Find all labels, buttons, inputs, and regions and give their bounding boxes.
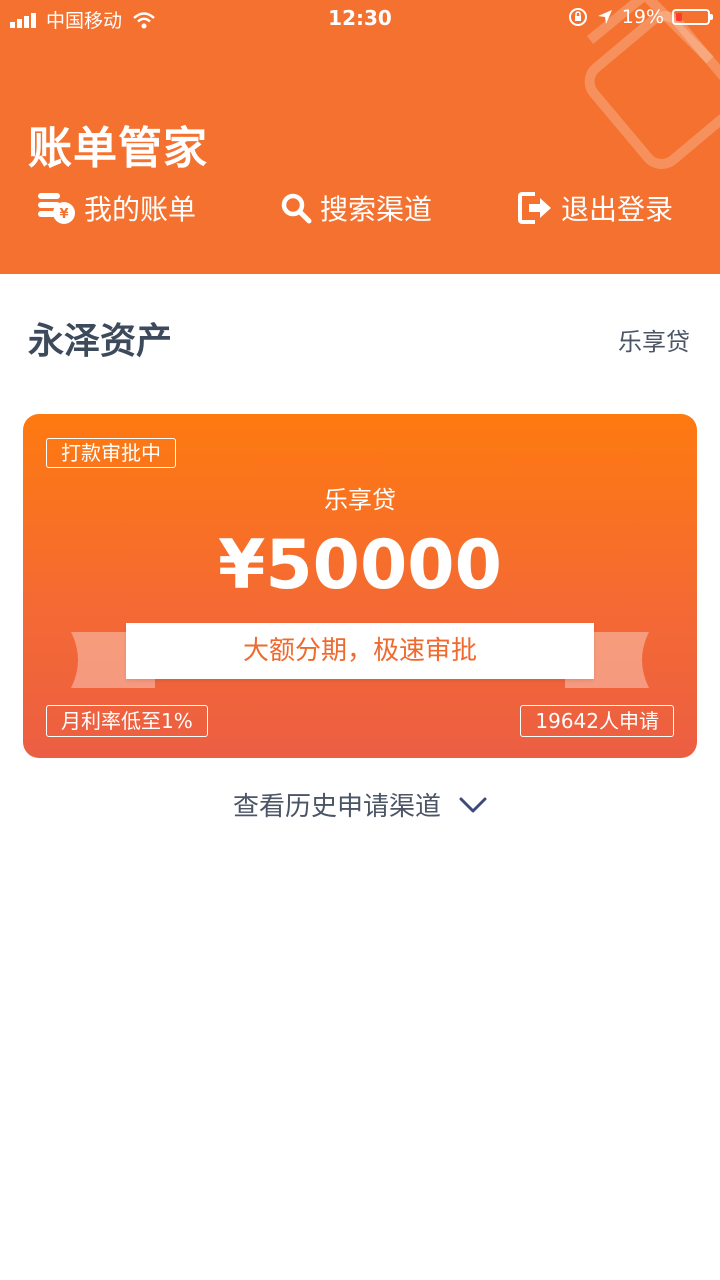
bill-coins-icon: ¥ bbox=[38, 193, 75, 224]
status-badge: 打款审批中 bbox=[46, 438, 176, 468]
battery-icon bbox=[672, 9, 713, 25]
history-channels-toggle[interactable]: 查看历史申请渠道 bbox=[0, 786, 720, 823]
search-icon bbox=[281, 193, 312, 224]
app-header: 中国移动 12:30 19% 账单管家 ¥ 我的账单 搜索渠道 退出登录 bbox=[0, 0, 720, 274]
section-title: 永泽资产 bbox=[28, 321, 173, 362]
location-icon bbox=[597, 10, 612, 24]
loan-amount: ¥50000 bbox=[218, 526, 502, 605]
nav-search-channels-label: 搜索渠道 bbox=[320, 193, 433, 226]
history-label: 查看历史申请渠道 bbox=[232, 792, 441, 822]
app-title: 账单管家 bbox=[28, 123, 208, 174]
nav-my-bills-label: 我的账单 bbox=[84, 193, 197, 226]
nav-my-bills[interactable]: ¥ 我的账单 bbox=[38, 188, 196, 228]
nav-search-channels[interactable]: 搜索渠道 bbox=[280, 188, 432, 228]
nav-logout-label: 退出登录 bbox=[561, 193, 674, 226]
orientation-lock-icon bbox=[568, 8, 587, 26]
header-nav: ¥ 我的账单 搜索渠道 退出登录 bbox=[0, 186, 720, 232]
section-product-link[interactable]: 乐享贷 bbox=[618, 322, 690, 357]
chevron-down-icon bbox=[459, 797, 487, 812]
nav-logout[interactable]: 退出登录 bbox=[517, 188, 673, 228]
loan-card[interactable]: 打款审批中 乐享贷 ¥50000 大额分期，极速审批 月利率低至1% 19642… bbox=[23, 414, 697, 758]
svg-text:¥: ¥ bbox=[59, 207, 68, 222]
applicants-badge: 19642人申请 bbox=[520, 705, 674, 737]
product-name: 乐享贷 bbox=[324, 486, 396, 514]
battery-percent: 19% bbox=[621, 6, 664, 28]
slogan-banner: 大额分期，极速审批 bbox=[126, 623, 594, 679]
status-right: 19% bbox=[568, 6, 713, 28]
logout-icon bbox=[518, 192, 551, 224]
rate-badge: 月利率低至1% bbox=[46, 705, 208, 737]
status-bar: 中国移动 12:30 19% bbox=[0, 0, 720, 40]
